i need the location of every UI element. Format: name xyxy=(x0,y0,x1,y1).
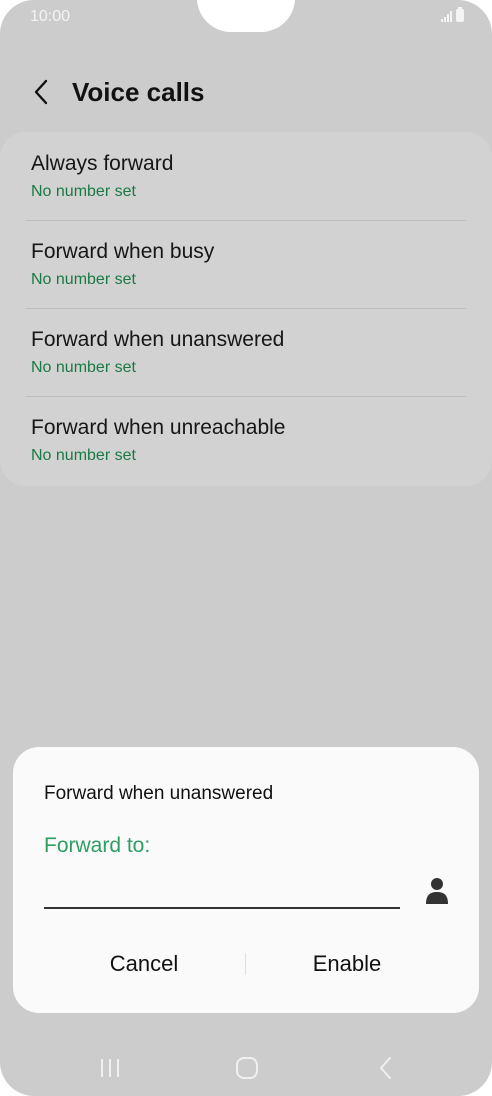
navigation-bar xyxy=(0,1040,492,1096)
option-forward-when-busy[interactable]: Forward when busy No number set xyxy=(0,220,492,308)
forwarding-options-list: Always forward No number set Forward whe… xyxy=(0,132,492,486)
signal-icon xyxy=(441,11,452,22)
chevron-left-icon xyxy=(34,79,48,105)
recents-icon xyxy=(101,1059,119,1077)
enable-button[interactable]: Enable xyxy=(247,943,447,983)
option-label: Forward when unanswered xyxy=(31,328,285,351)
nav-back-button[interactable] xyxy=(356,1050,416,1086)
option-label: Forward when busy xyxy=(31,240,215,263)
page-title: Voice calls xyxy=(72,77,205,107)
back-button[interactable] xyxy=(26,76,56,108)
home-icon xyxy=(236,1057,258,1079)
option-status: No number set xyxy=(31,359,136,376)
forward-dialog: Forward when unanswered Forward to: Canc… xyxy=(13,747,479,1013)
recents-button[interactable] xyxy=(80,1050,140,1086)
cancel-button[interactable]: Cancel xyxy=(44,943,244,983)
person-icon xyxy=(426,878,448,904)
option-label: Always forward xyxy=(31,152,174,175)
status-time: 10:00 xyxy=(30,8,71,25)
option-always-forward[interactable]: Always forward No number set xyxy=(0,132,492,220)
option-forward-when-unreachable[interactable]: Forward when unreachable No number set xyxy=(0,396,492,484)
dialog-title: Forward when unanswered xyxy=(44,783,274,804)
option-status: No number set xyxy=(31,447,136,464)
forward-to-label: Forward to: xyxy=(44,834,151,857)
battery-icon xyxy=(456,7,464,22)
camera-notch xyxy=(197,0,295,32)
app-header: Voice calls xyxy=(0,70,492,114)
option-status: No number set xyxy=(31,183,136,200)
back-icon xyxy=(380,1057,391,1079)
status-icons xyxy=(441,7,464,22)
button-separator xyxy=(245,953,246,975)
option-status: No number set xyxy=(31,271,136,288)
forward-number-input[interactable] xyxy=(44,873,400,909)
option-forward-when-unanswered[interactable]: Forward when unanswered No number set xyxy=(0,308,492,396)
home-button[interactable] xyxy=(217,1050,277,1086)
phone-screen: 10:00 Voice calls Always forward No numb… xyxy=(0,0,492,1096)
option-label: Forward when unreachable xyxy=(31,416,286,439)
contacts-button[interactable] xyxy=(425,875,449,907)
